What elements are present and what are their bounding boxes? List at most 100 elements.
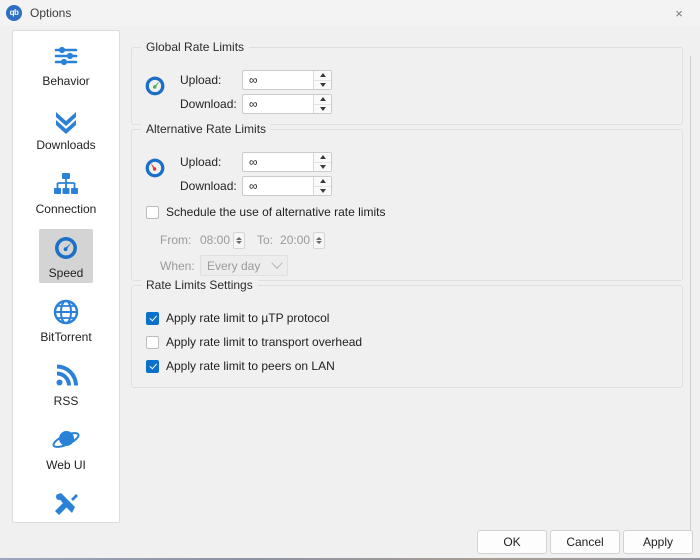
schedule-alternative-checkbox[interactable]: Schedule the use of alternative rate lim…: [146, 205, 385, 219]
sidebar-item-advanced[interactable]: Advanced: [13, 479, 119, 523]
alternative-rate-limits-group: Alternative Rate Limits Upload: ∞ Downlo…: [131, 122, 683, 281]
sidebar-item-label: BitTorrent: [40, 330, 92, 344]
schedule-to-value[interactable]: 20:00: [280, 233, 310, 247]
schedule-when-value: Every day: [207, 258, 261, 273]
schedule-to-field[interactable]: 20:00: [280, 231, 326, 249]
sliders-icon: [51, 41, 81, 71]
sidebar-item-webui[interactable]: Web UI: [13, 415, 119, 479]
window-title: Options: [30, 6, 72, 20]
global-rate-limits-group: Global Rate Limits Upload: ∞ Download: ∞: [131, 40, 683, 125]
checkbox-box[interactable]: [146, 311, 159, 325]
global-download-value[interactable]: ∞: [243, 95, 313, 113]
qbittorrent-logo-icon: qb: [6, 5, 22, 21]
planet-icon: [51, 425, 81, 455]
sidebar-item-label: RSS: [53, 394, 79, 408]
schedule-when-row: When: Every day: [160, 255, 288, 276]
stepper-down-icon[interactable]: [314, 187, 331, 196]
panel-divider: [690, 56, 691, 536]
global-upload-row: Upload: ∞: [180, 70, 332, 90]
stepper-down-icon[interactable]: [314, 163, 331, 172]
sidebar-item-behavior[interactable]: Behavior: [13, 31, 119, 95]
alt-download-label: Download:: [180, 179, 237, 193]
dialog-footer: OK Cancel Apply: [0, 530, 700, 560]
cancel-button[interactable]: Cancel: [550, 530, 620, 554]
stepper-down-icon[interactable]: [316, 240, 323, 244]
global-download-label: Download:: [180, 97, 237, 111]
rss-icon: [51, 361, 81, 391]
global-upload-label: Upload:: [180, 73, 222, 87]
schedule-from-field[interactable]: 08:00: [200, 231, 246, 249]
network-icon: [51, 169, 81, 199]
global-rate-limits-legend: Global Rate Limits: [141, 40, 250, 54]
stepper-up-icon[interactable]: [236, 236, 243, 240]
title-bar: qb Options ×: [0, 0, 700, 26]
global-download-spinbox[interactable]: ∞: [242, 94, 332, 114]
checkbox-box[interactable]: [146, 335, 159, 349]
alt-download-spinbox[interactable]: ∞: [242, 176, 332, 196]
apply-button[interactable]: Apply: [623, 530, 693, 554]
speedometer-green-icon: [143, 74, 167, 98]
sidebar-item-connection[interactable]: Connection: [13, 159, 119, 223]
settings-content: Global Rate Limits Upload: ∞ Download: ∞…: [131, 30, 690, 523]
alt-upload-stepper[interactable]: [313, 153, 331, 171]
schedule-when-dropdown[interactable]: Every day: [200, 255, 288, 276]
global-upload-spinbox[interactable]: ∞: [242, 70, 332, 90]
stepper-down-icon[interactable]: [236, 240, 243, 244]
chevron-down-icon: [271, 257, 283, 269]
alt-upload-row: Upload: ∞: [180, 152, 332, 172]
speedometer-icon: [51, 233, 81, 263]
rate-limits-settings-legend: Rate Limits Settings: [141, 278, 258, 292]
sidebar-item-rss[interactable]: RSS: [13, 351, 119, 415]
stepper-up-icon[interactable]: [314, 177, 331, 187]
alt-download-stepper[interactable]: [313, 177, 331, 195]
alternative-rate-limits-legend: Alternative Rate Limits: [141, 122, 272, 136]
apply-rate-limit-utp-checkbox[interactable]: Apply rate limit to µTP protocol: [146, 311, 329, 325]
ok-button[interactable]: OK: [477, 530, 547, 554]
sidebar-item-bittorrent[interactable]: BitTorrent: [13, 287, 119, 351]
stepper-up-icon[interactable]: [314, 95, 331, 105]
sidebar-item-label: Connection: [35, 202, 97, 216]
apply-rate-limit-overhead-checkbox[interactable]: Apply rate limit to transport overhead: [146, 335, 362, 349]
tools-icon: [51, 489, 81, 519]
stepper-up-icon[interactable]: [314, 71, 331, 81]
sidebar-item-label: Web UI: [46, 458, 86, 472]
apply-rate-limit-lan-label: Apply rate limit to peers on LAN: [166, 359, 335, 373]
sidebar-item-speed[interactable]: Speed: [13, 223, 119, 287]
schedule-to-label: To:: [257, 233, 274, 247]
stepper-down-icon[interactable]: [314, 105, 331, 114]
stepper-down-icon[interactable]: [314, 81, 331, 90]
schedule-alternative-label: Schedule the use of alternative rate lim…: [166, 205, 386, 219]
sidebar-item-label: Downloads: [36, 138, 96, 152]
stepper-up-icon[interactable]: [314, 153, 331, 163]
global-upload-stepper[interactable]: [313, 71, 331, 89]
schedule-when-label: When:: [160, 258, 195, 273]
sidebar-item-label: Speed: [48, 266, 84, 280]
speedometer-red-icon: [143, 156, 167, 180]
alt-upload-value[interactable]: ∞: [243, 153, 313, 171]
apply-rate-limit-lan-checkbox[interactable]: Apply rate limit to peers on LAN: [146, 359, 335, 373]
sidebar-item-label: Advanced: [39, 522, 92, 523]
globe-icon: [51, 297, 81, 327]
rate-limits-settings-group: Rate Limits Settings Apply rate limit to…: [131, 278, 683, 388]
sidebar-item-downloads[interactable]: Downloads: [13, 95, 119, 159]
alt-upload-label: Upload:: [180, 155, 222, 169]
apply-rate-limit-utp-label: Apply rate limit to µTP protocol: [166, 311, 330, 325]
schedule-from-stepper[interactable]: [233, 231, 246, 249]
global-download-row: Download: ∞: [180, 94, 332, 114]
schedule-to-stepper[interactable]: [313, 231, 326, 249]
options-dialog: Behavior Downloads Connection Speed BitT…: [0, 26, 700, 560]
alt-upload-spinbox[interactable]: ∞: [242, 152, 332, 172]
alt-download-row: Download: ∞: [180, 176, 332, 196]
schedule-from-value[interactable]: 08:00: [200, 233, 230, 247]
global-download-stepper[interactable]: [313, 95, 331, 113]
close-icon[interactable]: ×: [658, 0, 700, 26]
checkbox-box[interactable]: [146, 205, 159, 219]
sidebar-item-label: Behavior: [42, 74, 90, 88]
checkbox-box[interactable]: [146, 359, 159, 373]
apply-rate-limit-overhead-label: Apply rate limit to transport overhead: [166, 335, 363, 349]
stepper-up-icon[interactable]: [316, 236, 323, 240]
double-chevron-down-icon: [51, 105, 81, 135]
schedule-time-range-row: From: 08:00 To: 20:00: [160, 231, 326, 249]
global-upload-value[interactable]: ∞: [243, 71, 313, 89]
alt-download-value[interactable]: ∞: [243, 177, 313, 195]
